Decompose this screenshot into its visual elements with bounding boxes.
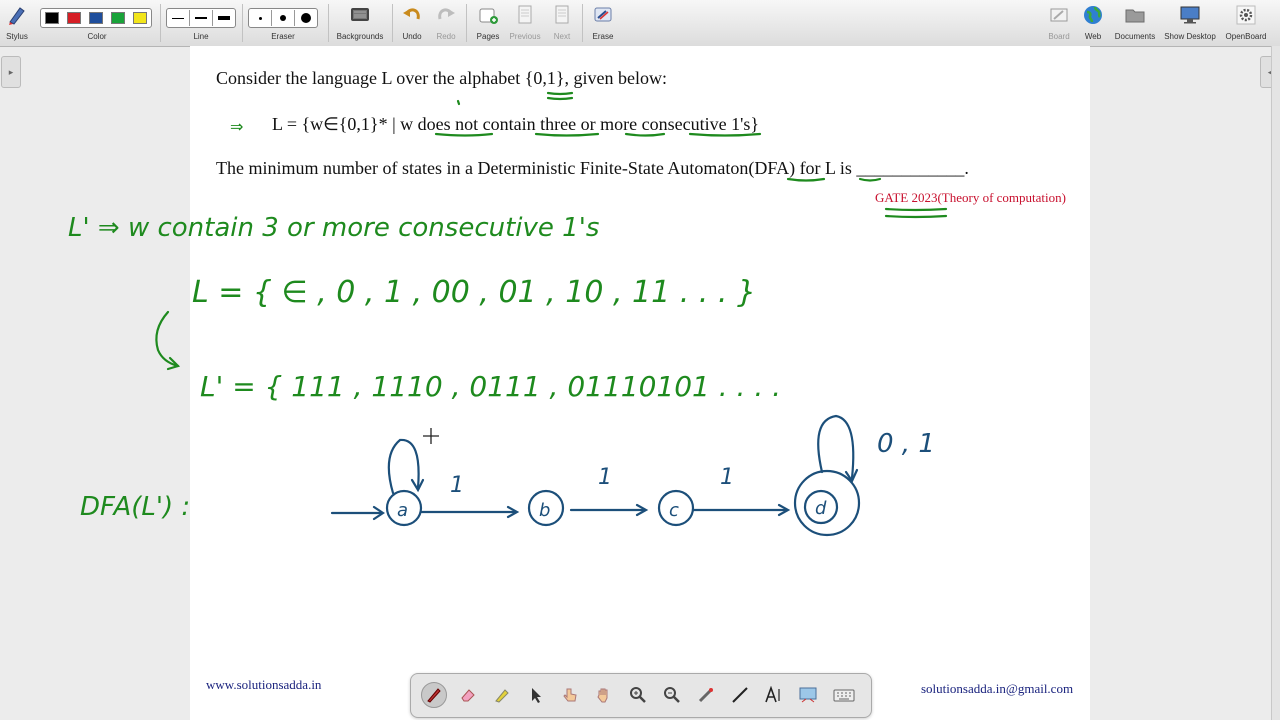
- next-label: Next: [553, 32, 571, 41]
- laser-pointer-tool-button[interactable]: [693, 682, 719, 708]
- backgrounds-button[interactable]: Backgrounds: [332, 0, 388, 46]
- question-line-3: The minimum number of states in a Determ…: [216, 158, 969, 178]
- erase-label: Erase: [592, 32, 614, 41]
- footer-email[interactable]: solutionsadda.in@gmail.com: [921, 681, 1073, 697]
- board-button[interactable]: Board: [1044, 0, 1074, 46]
- eraser-size-selector: [248, 8, 318, 28]
- curved-arrow-head: [166, 356, 181, 371]
- openboard-label: OpenBoard: [1225, 32, 1267, 41]
- color-label: Color: [87, 32, 107, 41]
- left-dock-handle[interactable]: ▸: [1, 56, 21, 88]
- laser-pointer-icon: [698, 688, 713, 703]
- line-group: Line: [166, 0, 236, 46]
- line-thick-button[interactable]: [213, 10, 235, 26]
- color-swatch-blue[interactable]: [89, 12, 103, 24]
- stylus-button[interactable]: Stylus: [0, 0, 34, 46]
- pages-button[interactable]: Pages: [472, 0, 504, 46]
- show-desktop-label: Show Desktop: [1164, 32, 1216, 41]
- previous-label: Previous: [509, 32, 541, 41]
- previous-page-icon: [518, 5, 532, 24]
- globe-icon: [1084, 6, 1102, 24]
- tool-palette: [410, 673, 872, 718]
- board-icon: [1050, 8, 1068, 22]
- undo-icon: [403, 8, 420, 20]
- pen-tool-button[interactable]: [421, 682, 447, 708]
- next-page-button[interactable]: Next: [546, 0, 578, 46]
- line-label: Line: [193, 32, 209, 41]
- question-line-2: L = {w∈{0,1}* | w does not contain three…: [272, 114, 759, 134]
- screen-capture-icon: [799, 687, 817, 703]
- line-width-selector: [166, 8, 236, 28]
- show-desktop-button[interactable]: Show Desktop: [1162, 0, 1218, 46]
- gear-icon: [1236, 5, 1256, 25]
- backgrounds-icon: [351, 8, 369, 21]
- undo-button[interactable]: Undo: [398, 0, 426, 46]
- eraser-small-button[interactable]: [249, 10, 272, 26]
- scrollbar[interactable]: [1271, 46, 1280, 720]
- next-page-icon: [555, 5, 569, 24]
- zoom-in-icon: [630, 687, 646, 703]
- web-button[interactable]: Web: [1078, 0, 1108, 46]
- color-palette: [40, 8, 152, 28]
- text-tool-button[interactable]: [761, 682, 787, 708]
- line-tool-button[interactable]: [727, 682, 753, 708]
- keyboard-icon: [833, 689, 855, 702]
- zoom-in-tool-button[interactable]: [625, 682, 651, 708]
- openboard-button[interactable]: OpenBoard: [1222, 0, 1270, 46]
- line-icon: [732, 687, 748, 703]
- capture-tool-button[interactable]: [795, 682, 821, 708]
- hand-icon: [597, 688, 608, 703]
- pointer-arrow-icon: [532, 688, 541, 703]
- stylus-label: Stylus: [6, 32, 28, 41]
- selector-tool-button[interactable]: [523, 682, 549, 708]
- eraser-label: Eraser: [271, 32, 295, 41]
- previous-page-button[interactable]: Previous: [508, 0, 542, 46]
- color-swatch-yellow[interactable]: [133, 12, 147, 24]
- line-thin-button[interactable]: [167, 10, 190, 26]
- color-swatch-red[interactable]: [67, 12, 81, 24]
- redo-icon: [438, 8, 455, 20]
- interact-tool-button[interactable]: [557, 682, 583, 708]
- board-label: Board: [1048, 32, 1070, 41]
- folder-icon: [1125, 9, 1145, 23]
- pages-label: Pages: [476, 32, 500, 41]
- backgrounds-label: Backgrounds: [336, 32, 384, 41]
- documents-label: Documents: [1114, 32, 1156, 41]
- eraser-medium-button[interactable]: [272, 10, 295, 26]
- monitor-icon: [1180, 6, 1200, 24]
- redo-label: Redo: [436, 32, 456, 41]
- footer-website[interactable]: www.solutionsadda.in: [206, 677, 321, 693]
- source-tag: GATE 2023(Theory of computation): [875, 190, 1066, 205]
- dfa-label: DFA(L') :: [80, 492, 190, 522]
- line-medium-button[interactable]: [190, 10, 213, 26]
- virtual-keyboard-button[interactable]: [831, 682, 857, 708]
- web-label: Web: [1084, 32, 1102, 41]
- color-swatch-green[interactable]: [111, 12, 125, 24]
- undo-label: Undo: [402, 32, 422, 41]
- zoom-out-tool-button[interactable]: [659, 682, 685, 708]
- board-page[interactable]: Consider the language L over the alphabe…: [190, 46, 1090, 720]
- eraser-large-button[interactable]: [295, 10, 317, 26]
- redo-button[interactable]: Redo: [432, 0, 460, 46]
- highlighter-icon: [495, 689, 509, 703]
- erase-button[interactable]: Erase: [588, 0, 618, 46]
- text-icon: [765, 686, 780, 703]
- pages-add-icon: [479, 8, 498, 24]
- eraser-icon: [461, 689, 475, 702]
- highlighter-tool-button[interactable]: [489, 682, 515, 708]
- pointing-hand-icon: [563, 688, 577, 702]
- eraser-group: Eraser: [248, 0, 318, 46]
- question-line-1: Consider the language L over the alphabe…: [216, 68, 667, 88]
- erase-icon: [594, 7, 612, 22]
- pen-icon: [427, 688, 441, 703]
- zoom-out-icon: [664, 687, 680, 703]
- curved-arrow: [155, 310, 180, 368]
- top-toolbar: Stylus Color Line Eraser Backgrounds Und…: [0, 0, 1280, 47]
- documents-button[interactable]: Documents: [1112, 0, 1158, 46]
- color-swatch-black[interactable]: [45, 12, 59, 24]
- eraser-tool-button[interactable]: [455, 682, 481, 708]
- color-group: Color: [40, 0, 154, 46]
- stylus-icon: [9, 7, 25, 25]
- hand-tool-button[interactable]: [591, 682, 617, 708]
